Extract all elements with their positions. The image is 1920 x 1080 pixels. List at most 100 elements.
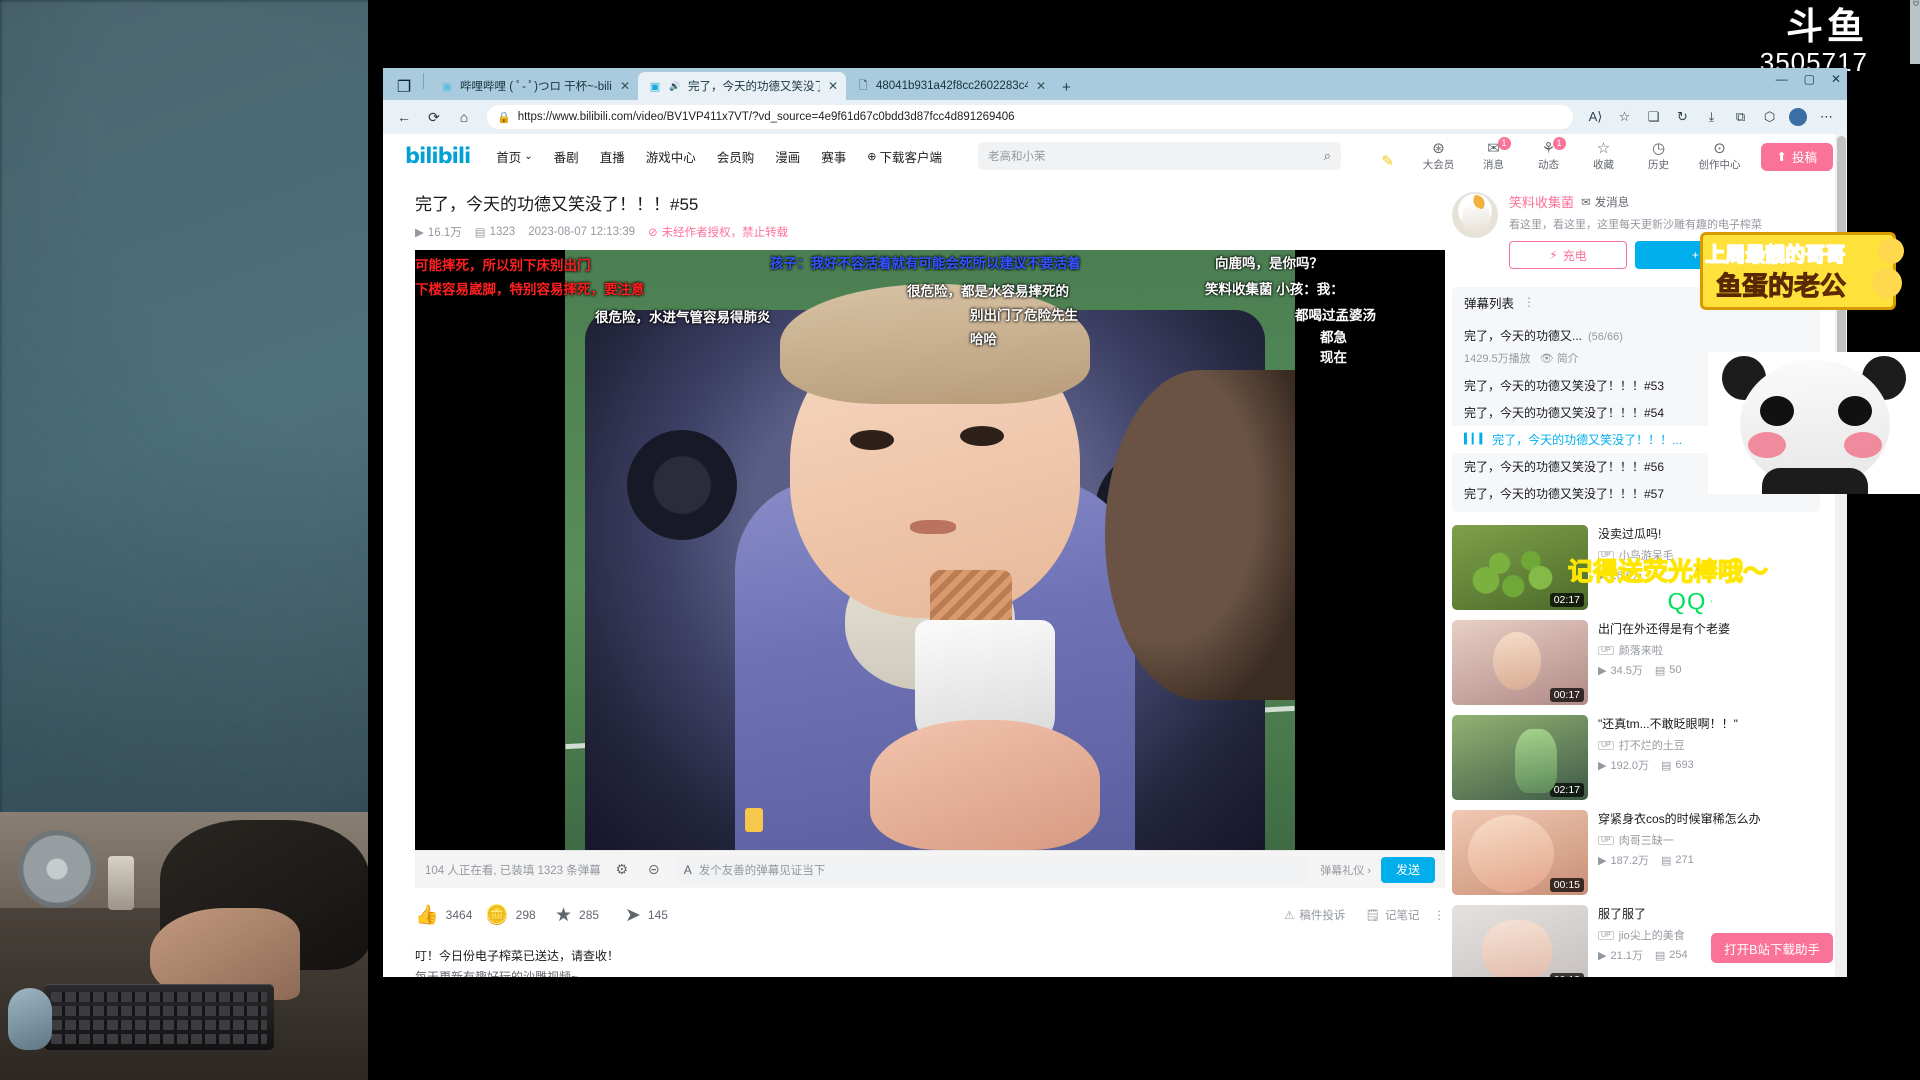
settings-more-icon[interactable]: ⋯	[1814, 105, 1839, 130]
tab-search-icon[interactable]: ❐	[391, 74, 417, 100]
new-tab-button[interactable]: +	[1054, 79, 1079, 100]
video-main-column: 完了，今天的功德又笑没了！！！#55 ▶ 16.1万 ▤ 1323 2023-0…	[383, 190, 1445, 977]
recommendation-thumbnail[interactable]: 00:15	[1452, 810, 1588, 895]
recommendation-title[interactable]: "还真tm...不敢眨眼啊！！"	[1598, 716, 1820, 733]
download-helper-button[interactable]: 打开B站下载助手	[1711, 933, 1833, 963]
video-player[interactable]: 可能摔死，所以别下床别出门 下楼容易崴脚，特别容易摔死，要注意 很危险，水进气管容易…	[415, 250, 1445, 850]
browser-essentials-icon[interactable]: ⬡	[1757, 105, 1782, 130]
recommendation-thumbnail[interactable]: 00:12	[1452, 905, 1588, 977]
header-item-dynamic[interactable]: 1 ⚘ 动态	[1529, 136, 1569, 172]
recommendation-title[interactable]: 服了服了	[1598, 906, 1820, 923]
nav-item-bangumi[interactable]: 番剧	[554, 147, 579, 166]
home-button[interactable]: ⌂	[451, 104, 477, 130]
danmaku-icon: ▤	[1661, 759, 1672, 772]
dynamic-label: 动态	[1538, 158, 1559, 171]
danmaku-input[interactable]: A 发个友善的弹幕见证当下	[674, 856, 1311, 883]
header-item-history[interactable]: ◷ 历史	[1639, 140, 1679, 172]
tab-strip: ❐ ▣ 哔哩哔哩 ( ﾟ- ﾟ)つロ 干杯~-bilit ✕ ▣ 🔊 完了，今天…	[383, 68, 1847, 100]
read-aloud-icon[interactable]: A⟩	[1583, 105, 1608, 130]
danmaku-etiquette-link[interactable]: 弹幕礼仪 ›	[1320, 862, 1371, 878]
header-item-vip[interactable]: ⊛ 大会员	[1419, 140, 1459, 172]
playlist-header-label[interactable]: 弹幕列表	[1464, 293, 1514, 312]
recommendation-uploader[interactable]: UP 颜落来啦	[1598, 642, 1820, 658]
uploader-name[interactable]: 笑料收集菌	[1509, 192, 1574, 211]
recommendation-title[interactable]: 没卖过瓜吗!	[1598, 526, 1820, 543]
vertical-dots-icon[interactable]: ⋮	[1523, 295, 1535, 309]
back-button[interactable]: ←	[391, 104, 417, 130]
collection-intro[interactable]: 👁 简介	[1540, 350, 1579, 366]
reload-button[interactable]: ⟳	[421, 104, 447, 130]
danmaku-icon: ▤	[1661, 854, 1672, 867]
list-item[interactable]: 00:15 穿紧身衣cos的时候窜稀怎么办 UP 肉哥三缺一 ▶ 187.2万 ▤ 271	[1452, 805, 1820, 900]
browser-tab-2[interactable]: ▣ 🔊 完了，今天的功德又笑没了 ✕	[638, 72, 846, 100]
search-input[interactable]: 老高和小茉 ⌕	[978, 142, 1341, 170]
danmaku-text-4: 很危险，都是水容易摔死的	[907, 284, 1069, 299]
nav-item-home[interactable]: 首页 ⌄	[496, 147, 532, 166]
coin-icon: 🪙	[485, 905, 509, 926]
tab-1-close-icon[interactable]: ✕	[620, 79, 630, 93]
upload-button[interactable]: ⬆ 投稿	[1760, 142, 1833, 171]
favorite-button[interactable]: ★ 285	[555, 904, 625, 927]
profile-avatar[interactable]	[1789, 108, 1807, 126]
search-icon[interactable]: ⌕	[1324, 148, 1331, 164]
collection-title: 完了，今天的功德又...	[1464, 329, 1583, 343]
play-icon: ▶	[1598, 949, 1607, 962]
header-item-favorites[interactable]: ☆ 收藏	[1584, 140, 1624, 172]
favorite-star-icon[interactable]: ☆	[1612, 105, 1637, 130]
charge-button[interactable]: ⚡ 充电	[1509, 241, 1627, 269]
pillarbox-left	[415, 250, 565, 850]
coin-button[interactable]: 🪙 298	[485, 903, 555, 927]
danmaku-count-value: 1323	[489, 226, 516, 238]
note-button[interactable]: 🗒 记笔记	[1365, 907, 1419, 923]
bilibili-logo[interactable]: bilibili	[405, 144, 471, 168]
minimize-button[interactable]: —	[1776, 72, 1788, 86]
nav-item-esports[interactable]: 赛事	[821, 147, 846, 166]
desk-fan	[18, 830, 96, 908]
envelope-icon: ✉	[1581, 196, 1591, 209]
danmaku-filter-icon[interactable]: ⊝	[643, 859, 665, 881]
browser-tab-1[interactable]: ▣ 哔哩哔哩 ( ﾟ- ﾟ)つロ 干杯~-bilit ✕	[430, 72, 638, 100]
extensions-icon[interactable]: ⧉	[1728, 105, 1753, 130]
history-icon[interactable]: ↻	[1670, 105, 1695, 130]
header-item-creator[interactable]: ⊙ 创作中心	[1694, 139, 1746, 172]
send-message-button[interactable]: ✉ 发消息	[1581, 194, 1629, 210]
maximize-button[interactable]: ▢	[1804, 72, 1815, 86]
sticker-text-top-2: 鱼蛋的老公	[1715, 271, 1847, 302]
report-button[interactable]: ⚠ 稿件投诉	[1284, 907, 1345, 923]
nav-item-manga[interactable]: 漫画	[775, 147, 800, 166]
playlist-collection-title-row[interactable]: 完了，今天的功德又... (56/66)	[1452, 323, 1820, 348]
list-item[interactable]: 00:17 出门在外还得是有个老婆 UP 颜落来啦 ▶ 34.5万 ▤ 50	[1452, 615, 1820, 710]
note-label: 记笔记	[1385, 910, 1420, 922]
recommendation-info: "还真tm...不敢眨眼啊！！" UP 打不烂的土豆 ▶ 192.0万 ▤ 693	[1598, 715, 1820, 800]
like-button[interactable]: 👍 3464	[415, 903, 485, 927]
address-bar[interactable]: 🔒 https://www.bilibili.com/video/BV1VP41…	[487, 105, 1573, 129]
downloads-icon[interactable]: ⤓	[1699, 105, 1724, 130]
header-item-message[interactable]: 1 ✉ 消息	[1474, 136, 1514, 172]
avatar[interactable]	[1452, 192, 1498, 238]
recommendation-uploader[interactable]: UP 打不烂的土豆	[1598, 737, 1820, 753]
recommendation-title[interactable]: 出门在外还得是有个老婆	[1598, 621, 1820, 638]
font-style-icon[interactable]: A	[684, 863, 692, 877]
tab-audio-icon[interactable]: 🔊	[668, 79, 682, 93]
creator-icon: ⊙	[1713, 139, 1726, 157]
nav-item-download-client[interactable]: ⊕ 下载客户端	[867, 147, 942, 166]
recommendation-thumbnail[interactable]: 00:17	[1452, 620, 1588, 705]
browser-tab-3[interactable]: 🗋 48041b931a42f8cc2602283c465 ✕	[846, 72, 1054, 100]
tab-2-close-icon[interactable]: ✕	[828, 79, 838, 93]
nav-item-gamecenter[interactable]: 游戏中心	[646, 147, 696, 166]
lightning-icon: ⚡	[1549, 248, 1558, 262]
collections-icon[interactable]: ❏	[1641, 105, 1666, 130]
nav-item-vipshop[interactable]: 会员购	[717, 147, 755, 166]
recommendation-thumbnail[interactable]: 02:17	[1452, 715, 1588, 800]
close-window-button[interactable]: ✕	[1831, 72, 1841, 86]
tab-3-close-icon[interactable]: ✕	[1036, 79, 1046, 93]
share-button[interactable]: ➤ 145	[625, 904, 695, 927]
recommendation-uploader-name: jio尖上的美食	[1618, 930, 1685, 942]
recommendation-uploader[interactable]: UP 肉哥三缺一	[1598, 832, 1820, 848]
up-badge-icon: UP	[1598, 740, 1614, 750]
danmaku-settings-icon[interactable]: ⚙	[611, 859, 633, 881]
recommendation-title[interactable]: 穿紧身衣cos的时候窜稀怎么办	[1598, 811, 1820, 828]
send-danmaku-button[interactable]: 发送	[1380, 856, 1435, 883]
list-item[interactable]: 02:17 "还真tm...不敢眨眼啊！！" UP 打不烂的土豆 ▶ 192.0万 ▤ 693	[1452, 710, 1820, 805]
nav-item-live[interactable]: 直播	[600, 147, 625, 166]
